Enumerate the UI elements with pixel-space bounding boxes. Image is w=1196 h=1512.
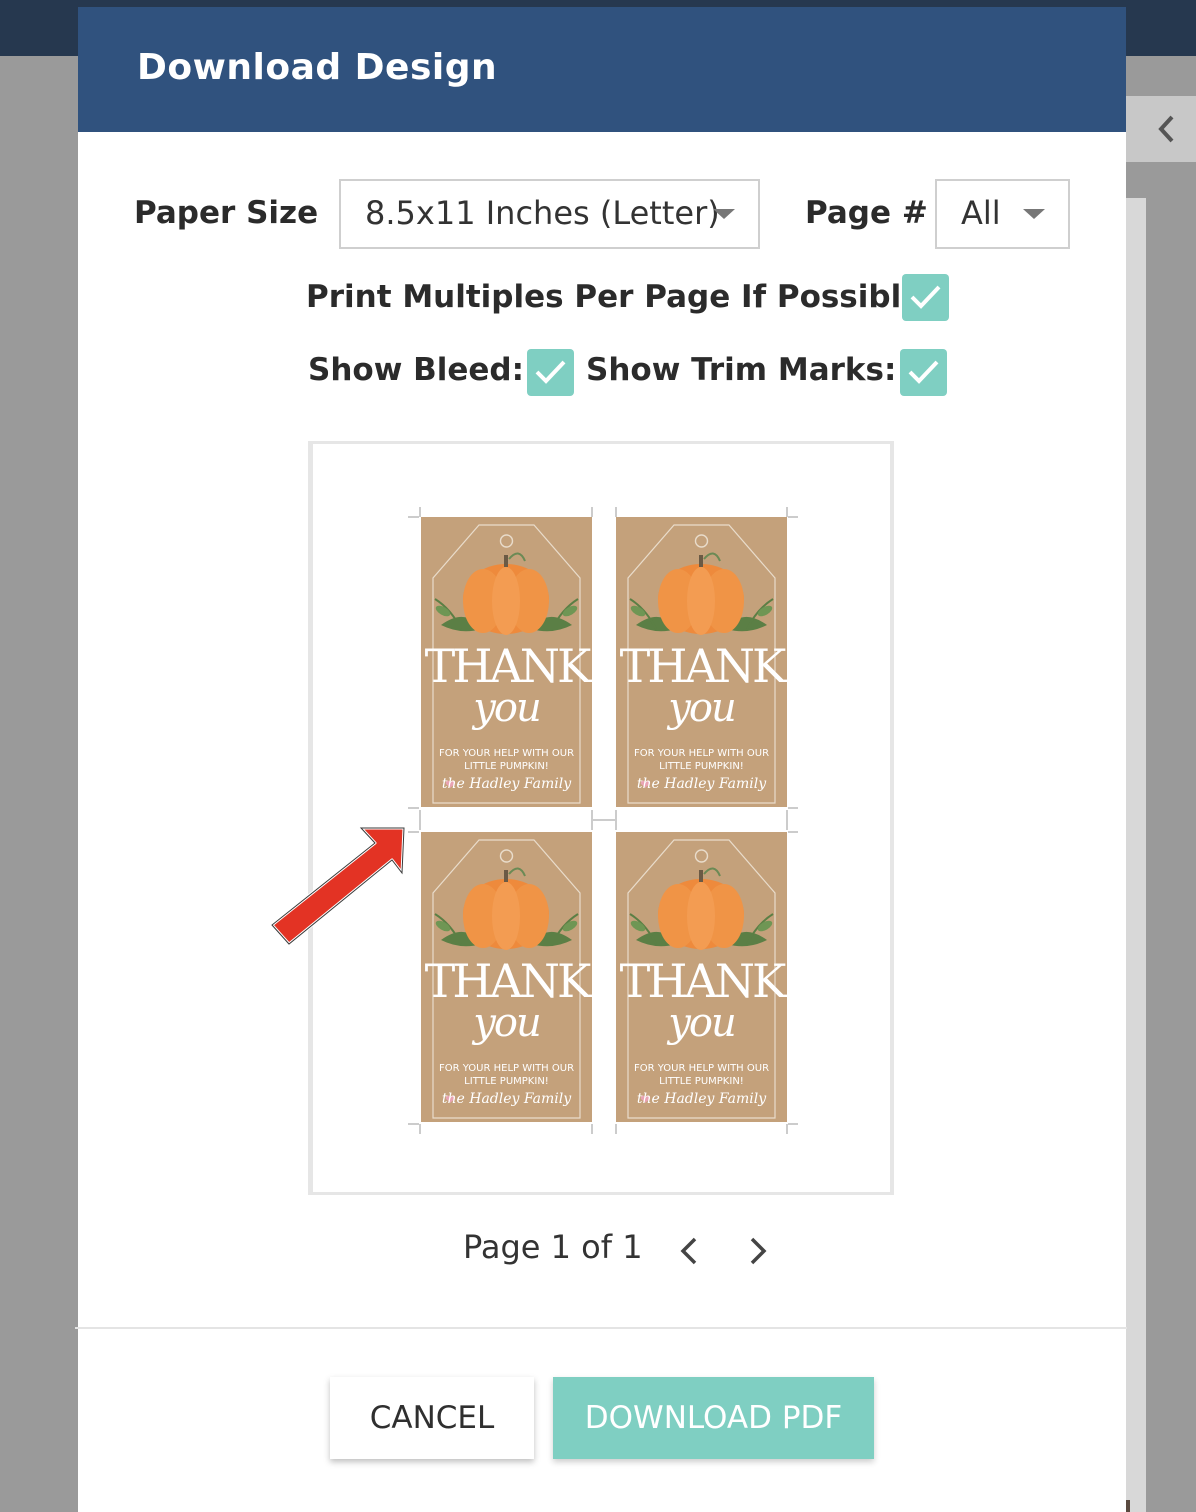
modal-title: Download Design: [137, 47, 498, 88]
gift-tag-preview: THANK you FOR YOUR HELP WITH OUR LITTLE PUM…: [421, 832, 592, 1122]
show-bleed-checkbox[interactable]: [527, 349, 574, 396]
tag-message-line1: FOR YOUR HELP WITH OUR: [438, 1063, 575, 1074]
next-page-button[interactable]: [744, 1236, 770, 1266]
footer-divider: [75, 1327, 1127, 1329]
paper-size-label: Paper Size: [134, 195, 319, 231]
collapse-panel-button[interactable]: [1126, 96, 1196, 162]
tag-you-text: you: [473, 685, 541, 731]
gift-tag-preview: THANK you FOR YOUR HELP WITH OUR LITTLE PUM…: [616, 832, 787, 1122]
pumpkin-icon: [629, 867, 774, 950]
tag-you-text: you: [668, 685, 736, 731]
pdf-preview-page: [313, 444, 890, 1192]
tag-message-line2: LITTLE PUMPKIN!: [659, 1076, 744, 1087]
pumpkin-icon: [629, 552, 774, 635]
page-indicator: Page 1 of 1: [463, 1228, 643, 1266]
page-number-select[interactable]: All: [935, 179, 1070, 249]
show-trim-marks-label: Show Trim Marks:: [586, 352, 897, 388]
tag-message-line1: FOR YOUR HELP WITH OUR: [438, 748, 575, 759]
tag-family-name: the Hadley Family: [441, 1091, 572, 1107]
previous-page-button[interactable]: [677, 1236, 703, 1266]
tag-message-line2: LITTLE PUMPKIN!: [464, 761, 549, 772]
page-number-value: All: [961, 194, 1001, 232]
gift-tag-preview: THANK you FOR YOUR HELP WITH OUR LITTLE PUM…: [616, 517, 787, 807]
print-multiples-checkbox[interactable]: [902, 274, 949, 321]
tag-family-name: the Hadley Family: [441, 776, 572, 792]
show-trim-marks-checkbox[interactable]: [900, 349, 947, 396]
page-number-label: Page #: [805, 195, 928, 231]
background-panel: [1126, 198, 1146, 1512]
pumpkin-icon: [434, 552, 579, 635]
tag-family-name: the Hadley Family: [636, 776, 767, 792]
caret-down-icon: [1023, 209, 1045, 219]
tag-you-text: you: [473, 1000, 541, 1046]
cancel-button[interactable]: CANCEL: [330, 1377, 534, 1459]
tag-message-line1: FOR YOUR HELP WITH OUR: [633, 1063, 770, 1074]
gift-tag-preview: THANK you FOR YOUR HELP WITH OUR LITTLE PUM…: [421, 517, 592, 807]
checkmark-icon: [910, 285, 941, 309]
tag-family-name: the Hadley Family: [636, 1091, 767, 1107]
caret-down-icon: [713, 209, 735, 219]
chevron-left-icon: [1156, 114, 1178, 148]
tag-message-line1: FOR YOUR HELP WITH OUR: [633, 748, 770, 759]
checkmark-icon: [535, 360, 566, 384]
checkmark-icon: [908, 360, 939, 384]
print-multiples-label: Print Multiples Per Page If Possible:: [306, 279, 935, 315]
tag-message-line2: LITTLE PUMPKIN!: [659, 761, 744, 772]
paper-size-select[interactable]: 8.5x11 Inches (Letter): [339, 179, 760, 249]
tag-you-text: you: [668, 1000, 736, 1046]
modal-header: Download Design: [78, 7, 1126, 132]
paper-size-value: 8.5x11 Inches (Letter): [365, 194, 720, 232]
download-pdf-button[interactable]: DOWNLOAD PDF: [553, 1377, 874, 1459]
chevron-right-icon: [750, 1237, 767, 1265]
show-bleed-label: Show Bleed:: [308, 352, 525, 388]
tag-message-line2: LITTLE PUMPKIN!: [464, 1076, 549, 1087]
chevron-left-icon: [680, 1237, 697, 1265]
pumpkin-icon: [434, 867, 579, 950]
